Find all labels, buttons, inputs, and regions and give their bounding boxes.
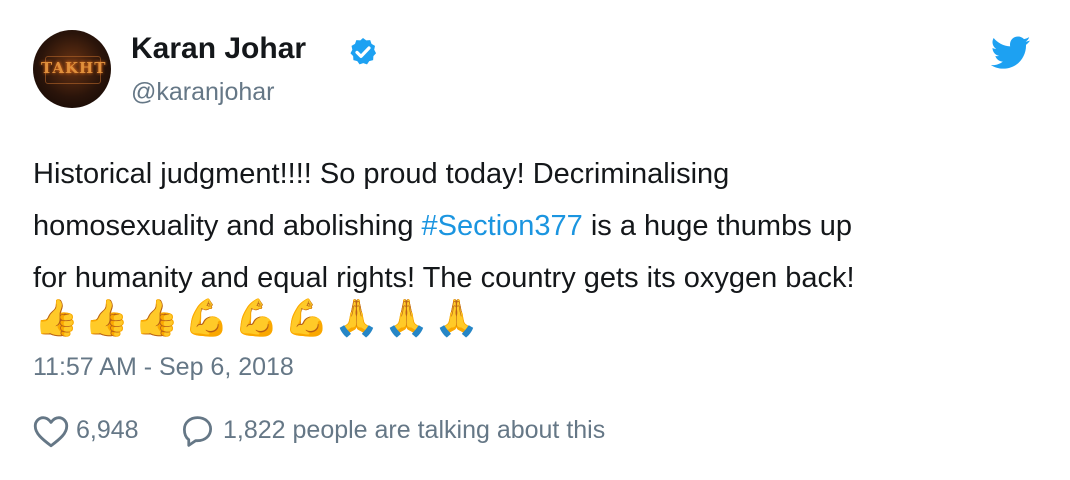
talking-count[interactable]: 1,822 people are talking about this: [223, 416, 605, 445]
like-count: 6,948: [76, 416, 139, 444]
heart-icon[interactable]: [33, 415, 69, 448]
flexed-biceps-emoji: 💪: [284, 297, 329, 338]
folded-hands-emoji: 🙏: [384, 297, 429, 338]
author-handle[interactable]: @karanjohar: [131, 78, 275, 107]
tweet-text: Historical judgment!!!! So proud today! …: [33, 148, 1043, 304]
tweet-text-segment: homosexuality and abolishing: [33, 210, 422, 242]
speech-bubble-icon[interactable]: [180, 414, 215, 449]
tweet-text-segment: Historical judgment!!!! So proud today! …: [33, 158, 730, 190]
thumbs-up-emoji: 👍: [134, 297, 179, 338]
tweet-timestamp[interactable]: 11:57 AM - Sep 6, 2018: [33, 353, 294, 382]
emoji-row: 👍 👍 👍 💪 💪 💪 🙏 🙏 🙏: [34, 293, 479, 343]
thumbs-up-emoji: 👍: [34, 297, 79, 338]
tweet-line-1: Historical judgment!!!! So proud today! …: [33, 148, 1043, 200]
folded-hands-emoji: 🙏: [334, 297, 379, 338]
tweet-text-segment: is a huge thumbs up: [582, 210, 853, 242]
twitter-bird-icon[interactable]: [991, 36, 1031, 70]
avatar[interactable]: TAKHT: [33, 30, 111, 108]
tweet-line-2: homosexuality and abolishing #Section377…: [33, 200, 1043, 252]
thumbs-up-emoji: 👍: [84, 297, 129, 338]
flexed-biceps-emoji: 💪: [234, 297, 279, 338]
tweet-card: TAKHT Karan Johar @karanjohar Historical…: [0, 0, 1070, 480]
folded-hands-emoji: 🙏: [434, 297, 479, 338]
author-name[interactable]: Karan Johar: [131, 32, 306, 66]
avatar-logo-text: TAKHT: [41, 59, 107, 77]
tweet-text-segment: for humanity and equal rights! The count…: [33, 262, 855, 294]
flexed-biceps-emoji: 💪: [184, 297, 229, 338]
hashtag-link-section377[interactable]: #Section377: [422, 210, 583, 242]
verified-badge-icon: [350, 38, 377, 65]
